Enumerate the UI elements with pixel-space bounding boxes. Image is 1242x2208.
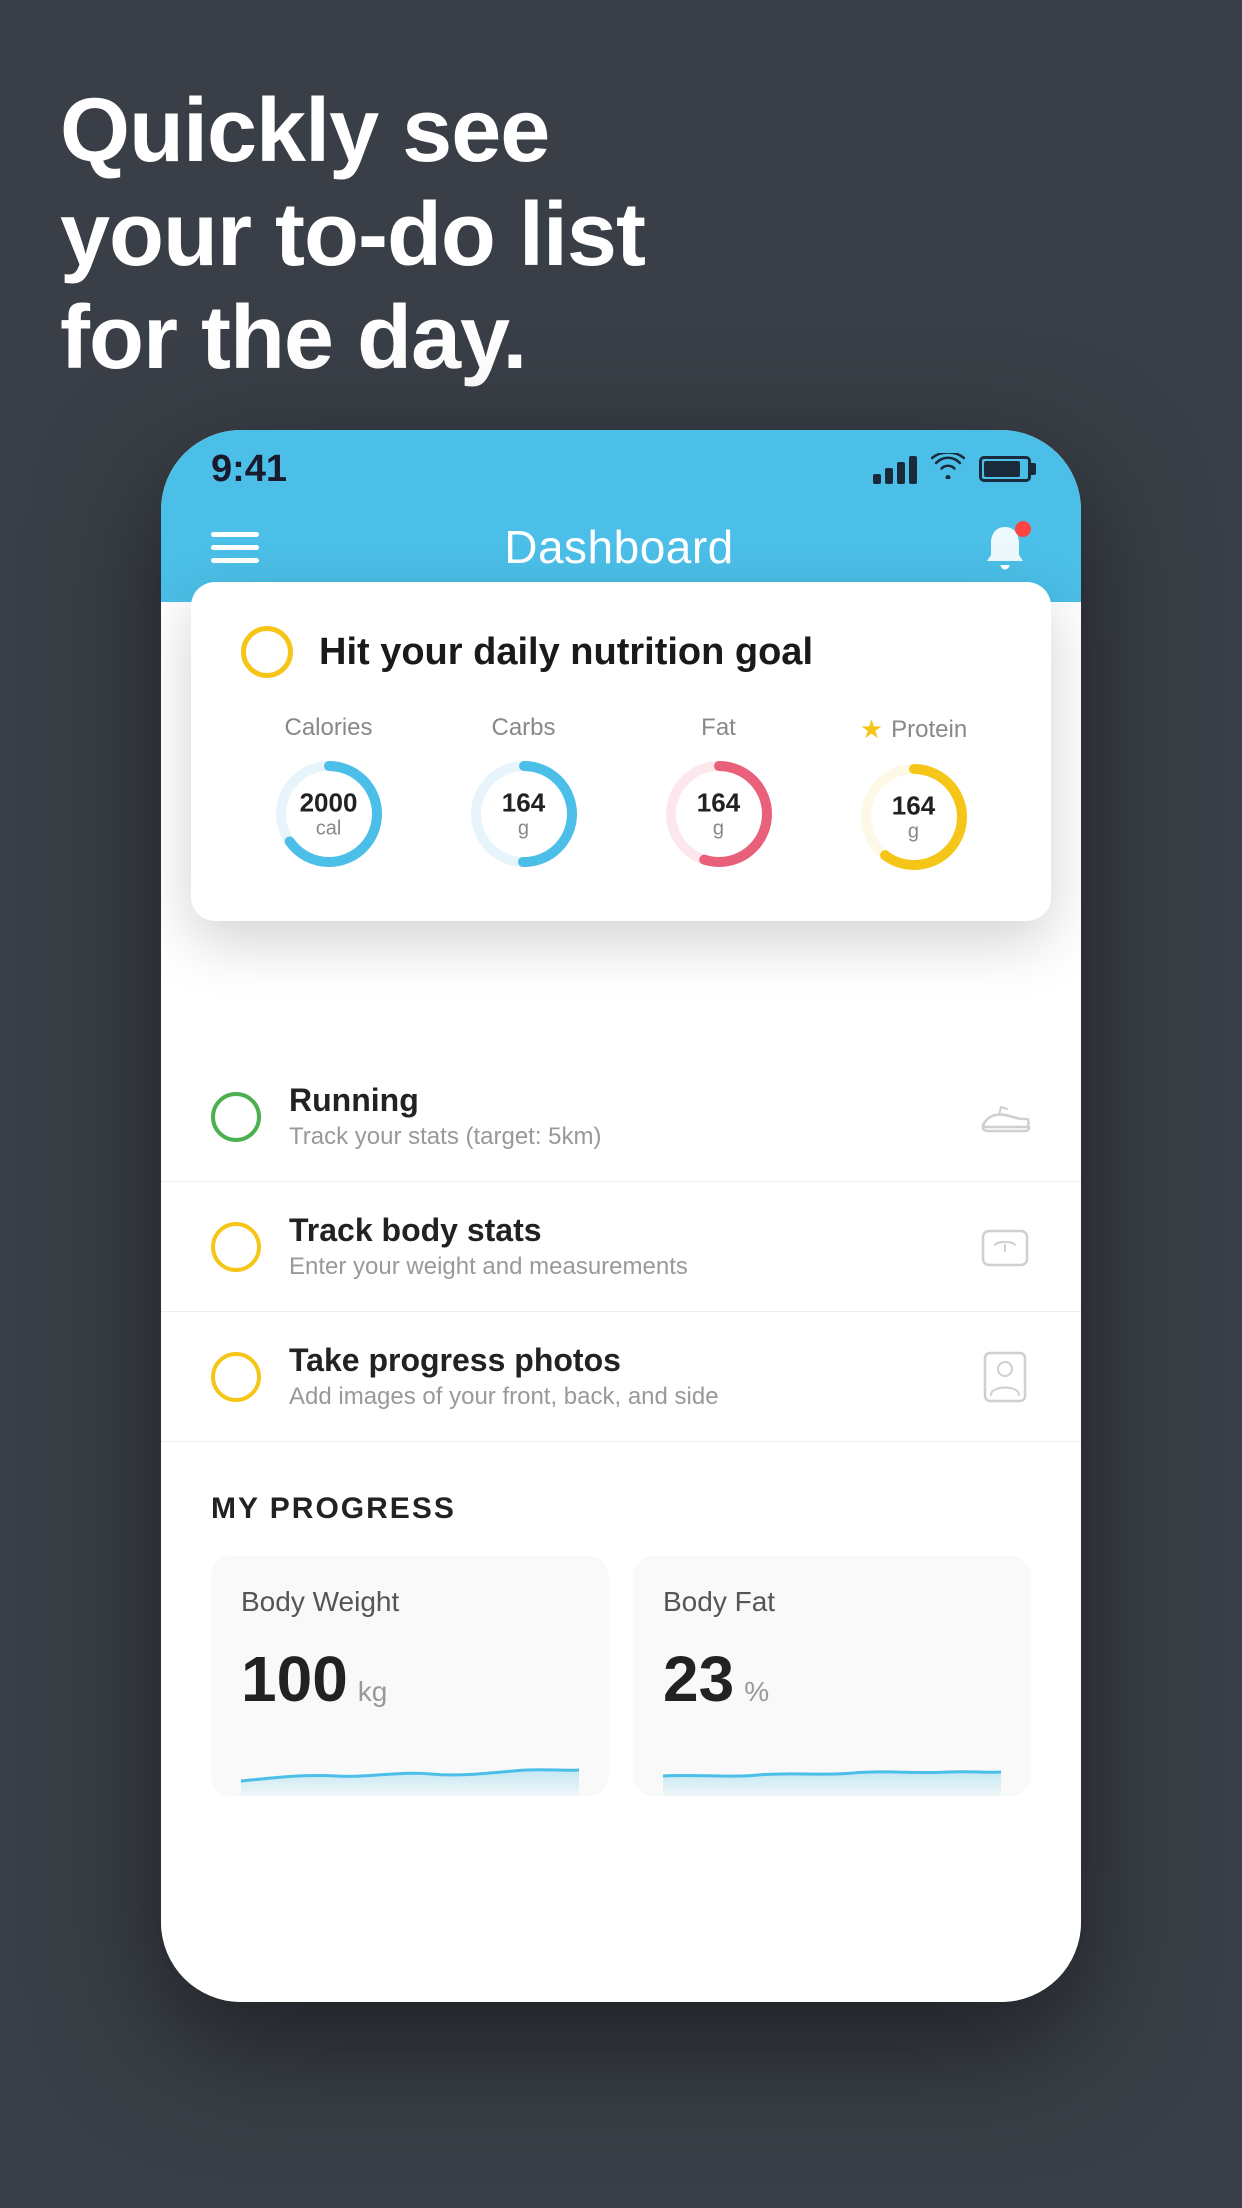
nutrition-card-title: Hit your daily nutrition goal — [319, 631, 813, 674]
photos-check-circle — [211, 1352, 261, 1402]
body-weight-card: Body Weight 100 kg — [211, 1556, 609, 1796]
photos-subtitle: Add images of your front, back, and side — [289, 1383, 951, 1411]
protein-label: Protein — [891, 716, 967, 744]
protein-unit: g — [892, 820, 935, 842]
body-fat-chart — [663, 1736, 1001, 1796]
running-check-circle — [211, 1092, 261, 1142]
photos-title: Take progress photos — [289, 1342, 951, 1379]
battery-icon — [979, 456, 1031, 482]
protein-star-icon: ★ — [860, 714, 883, 745]
body-weight-unit: kg — [358, 1676, 388, 1708]
nutrition-card: Hit your daily nutrition goal Calories 2… — [191, 582, 1051, 921]
carbs-label: Carbs — [491, 714, 555, 742]
todo-item-photos[interactable]: Take progress photos Add images of your … — [161, 1312, 1081, 1442]
nutrition-calories: Calories 2000 cal — [241, 714, 416, 877]
body-stats-check-circle — [211, 1222, 261, 1272]
fat-value: 164 — [697, 789, 740, 818]
body-fat-unit: % — [744, 1676, 769, 1708]
notification-dot — [1015, 521, 1031, 537]
headline-line1: Quickly see — [60, 80, 645, 184]
running-subtitle: Track your stats (target: 5km) — [289, 1123, 951, 1151]
nav-title: Dashboard — [504, 520, 734, 574]
headline: Quickly see your to-do list for the day. — [60, 80, 645, 391]
calories-donut: 2000 cal — [269, 754, 389, 874]
running-title: Running — [289, 1082, 951, 1119]
todo-item-body-stats[interactable]: Track body stats Enter your weight and m… — [161, 1182, 1081, 1312]
running-text: Running Track your stats (target: 5km) — [289, 1082, 951, 1151]
scale-icon — [979, 1221, 1031, 1273]
body-weight-title: Body Weight — [241, 1586, 579, 1618]
fat-donut: 164 g — [659, 754, 779, 874]
nutrition-check-circle[interactable] — [241, 626, 293, 678]
fat-unit: g — [697, 817, 740, 839]
protein-donut: 164 g — [854, 757, 974, 877]
body-stats-text: Track body stats Enter your weight and m… — [289, 1212, 951, 1281]
hamburger-menu[interactable] — [211, 532, 259, 563]
calories-unit: cal — [300, 817, 358, 839]
headline-line3: for the day. — [60, 287, 645, 391]
carbs-value: 164 — [502, 789, 545, 818]
progress-cards: Body Weight 100 kg — [211, 1556, 1031, 1796]
signal-icon — [873, 454, 917, 484]
body-stats-subtitle: Enter your weight and measurements — [289, 1253, 951, 1281]
carbs-donut: 164 g — [464, 754, 584, 874]
body-stats-title: Track body stats — [289, 1212, 951, 1249]
notification-bell-icon[interactable] — [979, 521, 1031, 573]
nutrition-row: Calories 2000 cal Carbs — [241, 714, 1001, 877]
protein-value: 164 — [892, 792, 935, 821]
calories-value: 2000 — [300, 789, 358, 818]
wifi-icon — [931, 453, 965, 486]
status-icons — [873, 453, 1031, 486]
shoe-icon — [979, 1091, 1031, 1143]
nutrition-protein: ★ Protein 164 g — [826, 714, 1001, 877]
body-fat-card: Body Fat 23 % — [633, 1556, 1031, 1796]
body-weight-value: 100 — [241, 1642, 348, 1716]
status-bar: 9:41 — [161, 430, 1081, 500]
progress-header: MY PROGRESS — [211, 1492, 1031, 1526]
phone-mockup: 9:41 — [161, 430, 1081, 2002]
todo-item-running[interactable]: Running Track your stats (target: 5km) — [161, 1052, 1081, 1182]
todo-list: Running Track your stats (target: 5km) T… — [161, 1052, 1081, 1442]
photos-text: Take progress photos Add images of your … — [289, 1342, 951, 1411]
nutrition-carbs: Carbs 164 g — [436, 714, 611, 877]
nutrition-fat: Fat 164 g — [631, 714, 806, 877]
status-time: 9:41 — [211, 448, 287, 491]
progress-section: MY PROGRESS Body Weight 100 kg — [161, 1442, 1081, 1796]
fat-label: Fat — [701, 714, 736, 742]
phone-body: THINGS TO DO TODAY Hit your daily nutrit… — [161, 602, 1081, 2002]
body-fat-title: Body Fat — [663, 1586, 1001, 1618]
headline-line2: your to-do list — [60, 184, 645, 288]
calories-label: Calories — [284, 714, 372, 742]
body-weight-chart — [241, 1736, 579, 1796]
body-fat-value: 23 — [663, 1642, 734, 1716]
person-icon — [979, 1351, 1031, 1403]
carbs-unit: g — [502, 817, 545, 839]
